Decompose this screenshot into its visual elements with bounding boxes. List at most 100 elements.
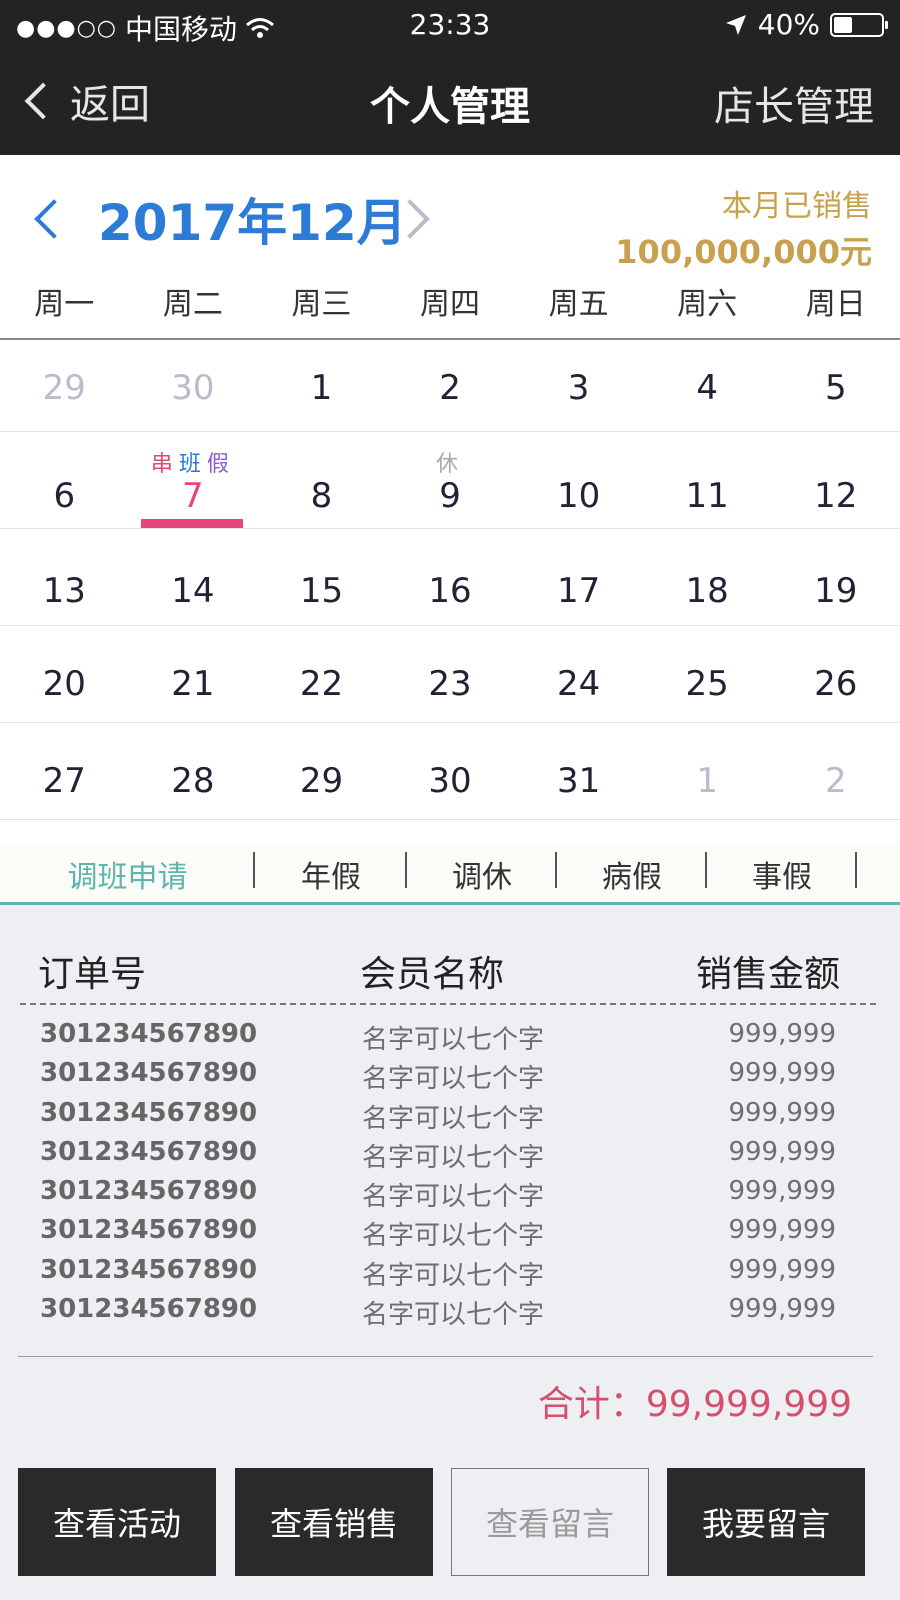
weekday-header: 周一 周二 周三 周四 周五 周六 周日: [0, 285, 900, 340]
table-row[interactable]: 301234567890 名字可以七个字 999,999: [20, 1253, 876, 1292]
calendar-day[interactable]: 15: [257, 529, 386, 625]
tab-label: 年假: [301, 859, 361, 895]
view-messages-button[interactable]: 查看留言: [451, 1468, 649, 1576]
table-row[interactable]: 301234567890 名字可以七个字 999,999: [20, 1174, 876, 1213]
leave-tabs: 调班申请 年假 调休 病假 事假: [0, 845, 900, 905]
calendar-day[interactable]: 10: [514, 432, 643, 528]
day-number: 21: [171, 664, 215, 704]
day-number: 2: [439, 368, 461, 408]
orders-table-body: 301234567890 名字可以七个字 999,999 301234567890 名字…: [20, 1017, 876, 1331]
day-schedule-tags: 串班假: [129, 446, 258, 478]
day-number: 6: [53, 476, 76, 516]
member-name-cell: 名字可以七个字: [362, 1221, 545, 1252]
calendar-day[interactable]: 27: [0, 723, 129, 819]
calendar-day[interactable]: 6: [0, 432, 129, 528]
calendar-day[interactable]: 30: [129, 340, 258, 431]
tab-label: 调休: [452, 859, 512, 895]
day-number: 29: [42, 368, 86, 408]
day-number: 9: [439, 476, 461, 516]
monthly-sales-label: 本月已销售: [722, 189, 872, 224]
calendar-day[interactable]: 18: [643, 529, 772, 625]
day-number: 20: [42, 664, 86, 704]
calendar-day[interactable]: 12: [771, 432, 900, 528]
sales-amount-cell: 999,999: [728, 1058, 836, 1089]
tab-label: 病假: [602, 859, 662, 895]
order-number-cell: 301234567890: [40, 1176, 258, 1207]
calendar-day[interactable]: 20: [0, 626, 129, 722]
leave-message-button[interactable]: 我要留言: [667, 1468, 865, 1576]
tab-4[interactable]: 事假: [707, 851, 857, 896]
calendar-day[interactable]: 1: [257, 340, 386, 431]
tab-2[interactable]: 调休: [407, 851, 557, 896]
weekday-label: 周六: [677, 287, 738, 322]
day-number: 11: [685, 476, 729, 516]
calendar-day[interactable]: 29: [257, 723, 386, 819]
day-number: 5: [824, 368, 847, 408]
calendar-day-selected[interactable]: 串班假 7: [129, 432, 258, 528]
order-number-cell: 301234567890: [40, 1136, 258, 1167]
calendar-day[interactable]: 休9: [386, 432, 515, 528]
monthly-sales-value: 100,000,000元: [615, 233, 872, 271]
table-row[interactable]: 301234567890 名字可以七个字 999,999: [20, 1056, 876, 1095]
calendar-day[interactable]: 11: [643, 432, 772, 528]
day-number: 12: [814, 476, 858, 516]
calendar-day[interactable]: 14: [129, 529, 258, 625]
calendar-day[interactable]: 24: [514, 626, 643, 722]
sales-amount-cell: 999,999: [728, 1176, 836, 1207]
calendar-day[interactable]: 30: [386, 723, 515, 819]
calendar-day[interactable]: 2: [771, 723, 900, 819]
day-number: 15: [299, 571, 344, 611]
calendar-day[interactable]: 21: [129, 626, 258, 722]
header-order-number: 订单号: [38, 954, 147, 995]
table-row[interactable]: 301234567890 名字可以七个字 999,999: [20, 1017, 876, 1056]
prev-month-icon[interactable]: [34, 199, 74, 239]
day-number: 1: [696, 761, 718, 801]
weekday-label: 周四: [420, 287, 481, 322]
calendar-day[interactable]: 26: [771, 626, 900, 722]
day-number: 2: [824, 761, 847, 801]
calendar-day[interactable]: 13: [0, 529, 129, 625]
day-number: 18: [685, 571, 729, 611]
calendar-day[interactable]: 16: [386, 529, 515, 625]
table-row[interactable]: 301234567890 名字可以七个字 999,999: [20, 1292, 876, 1331]
day-number: 13: [42, 571, 86, 611]
day-number: 17: [556, 571, 601, 611]
calendar-week-row: 13 14 15 16 17 18 19: [0, 529, 900, 626]
header-sales-amount: 销售金额: [695, 954, 840, 995]
day-schedule-tags: 休: [386, 446, 515, 478]
calendar-day[interactable]: 1: [643, 723, 772, 819]
sales-amount-cell: 999,999: [728, 1294, 836, 1325]
view-sales-button[interactable]: 查看销售: [235, 1468, 433, 1576]
day-number: 23: [428, 664, 472, 704]
calendar-day[interactable]: 23: [386, 626, 515, 722]
tab-0[interactable]: 调班申请: [0, 851, 255, 896]
calendar-day[interactable]: 19: [771, 529, 900, 625]
calendar-day[interactable]: 17: [514, 529, 643, 625]
member-name-cell: 名字可以七个字: [362, 1260, 545, 1291]
calendar-day[interactable]: 29: [0, 340, 129, 431]
store-manager-button[interactable]: 店长管理: [714, 74, 874, 132]
calendar-day[interactable]: 5: [771, 340, 900, 431]
table-row[interactable]: 301234567890 名字可以七个字 999,999: [20, 1213, 876, 1252]
order-number-cell: 301234567890: [40, 1058, 258, 1089]
tab-1[interactable]: 年假: [255, 851, 407, 896]
calendar-day[interactable]: 22: [257, 626, 386, 722]
calendar-grid: 29 30 1 2 3 4 5 6 串班假 7 8 休 9 10 11 12 13 14 15 16 17 18 19 20 2…: [0, 340, 900, 820]
calendar-day[interactable]: 4: [643, 340, 772, 431]
calendar-day[interactable]: 31: [514, 723, 643, 819]
table-row[interactable]: 301234567890 名字可以七个字 999,999: [20, 1096, 876, 1135]
selected-day-underline: [140, 519, 244, 528]
sales-amount-cell: 999,999: [728, 1254, 836, 1285]
calendar-day[interactable]: 25: [643, 626, 772, 722]
calendar-day[interactable]: 8: [257, 432, 386, 528]
calendar-week-row: 27 28 29 30 31 1 2: [0, 723, 900, 820]
tab-3[interactable]: 病假: [557, 851, 707, 896]
calendar-day[interactable]: 2: [386, 340, 515, 431]
view-activities-button[interactable]: 查看活动: [18, 1468, 216, 1576]
calendar-day[interactable]: 3: [514, 340, 643, 431]
header-member-name: 会员名称: [360, 954, 505, 995]
calendar-day[interactable]: 28: [129, 723, 258, 819]
table-row[interactable]: 301234567890 名字可以七个字 999,999: [20, 1135, 876, 1174]
schedule-tag: 班: [178, 452, 207, 477]
day-number: 14: [171, 571, 215, 611]
